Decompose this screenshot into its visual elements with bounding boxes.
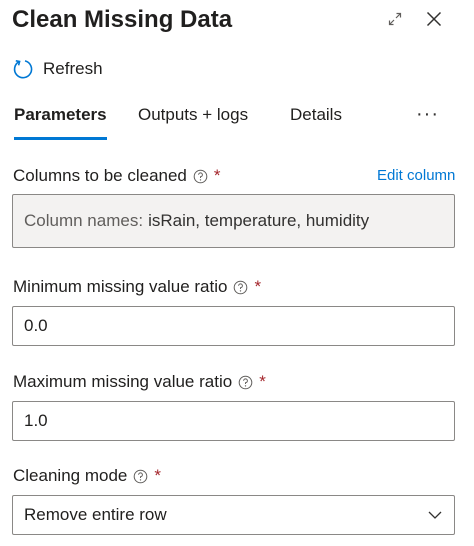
cleaning-mode-label-text: Cleaning mode	[13, 466, 128, 485]
columns-value-prefix: Column names:	[24, 211, 144, 230]
required-mark: *	[154, 466, 161, 485]
tab-bar: Parameters Outputs + logs Details	[12, 100, 462, 142]
help-icon[interactable]	[238, 375, 253, 390]
close-icon	[425, 10, 443, 28]
min-ratio-input[interactable]: 0.0	[12, 306, 455, 346]
cleaning-mode-label: Cleaning mode *	[13, 464, 161, 488]
min-ratio-label-text: Minimum missing value ratio	[13, 277, 228, 296]
cleaning-mode-value: Remove entire row	[24, 505, 167, 524]
min-ratio-label: Minimum missing value ratio *	[13, 275, 261, 299]
edit-column-link[interactable]: Edit column	[377, 164, 455, 188]
columns-label: Columns to be cleaned *	[13, 164, 221, 188]
clean-missing-data-panel: Clean Missing Data Refresh Parameters Ou…	[0, 0, 474, 546]
help-icon[interactable]	[133, 469, 148, 484]
max-ratio-input[interactable]: 1.0	[12, 401, 455, 441]
required-mark: *	[213, 166, 221, 185]
panel-title: Clean Missing Data	[12, 6, 233, 33]
max-ratio-label-text: Maximum missing value ratio	[13, 372, 233, 391]
refresh-button[interactable]: Refresh	[12, 56, 103, 82]
required-mark: *	[259, 372, 266, 391]
close-button[interactable]	[421, 6, 447, 32]
expand-button[interactable]	[382, 6, 408, 32]
cleaning-mode-select[interactable]: Remove entire row	[12, 495, 455, 535]
required-mark: *	[254, 277, 262, 296]
refresh-icon	[12, 58, 34, 80]
refresh-label: Refresh	[43, 59, 103, 78]
columns-value: isRain, temperature, humidity	[148, 211, 370, 230]
tab-parameters[interactable]: Parameters	[14, 100, 107, 140]
max-ratio-label: Maximum missing value ratio *	[13, 370, 266, 394]
help-icon[interactable]	[193, 169, 208, 184]
expand-icon	[387, 11, 403, 27]
chevron-down-icon	[426, 506, 444, 524]
columns-value-box[interactable]: Column names: isRain, temperature, humid…	[12, 194, 455, 248]
columns-label-text: Columns to be cleaned	[13, 166, 187, 185]
tab-outputs-logs[interactable]: Outputs + logs	[138, 100, 248, 140]
tab-details[interactable]: Details	[290, 100, 342, 140]
more-options-button[interactable]: ···	[416, 103, 439, 126]
help-icon[interactable]	[233, 280, 248, 295]
